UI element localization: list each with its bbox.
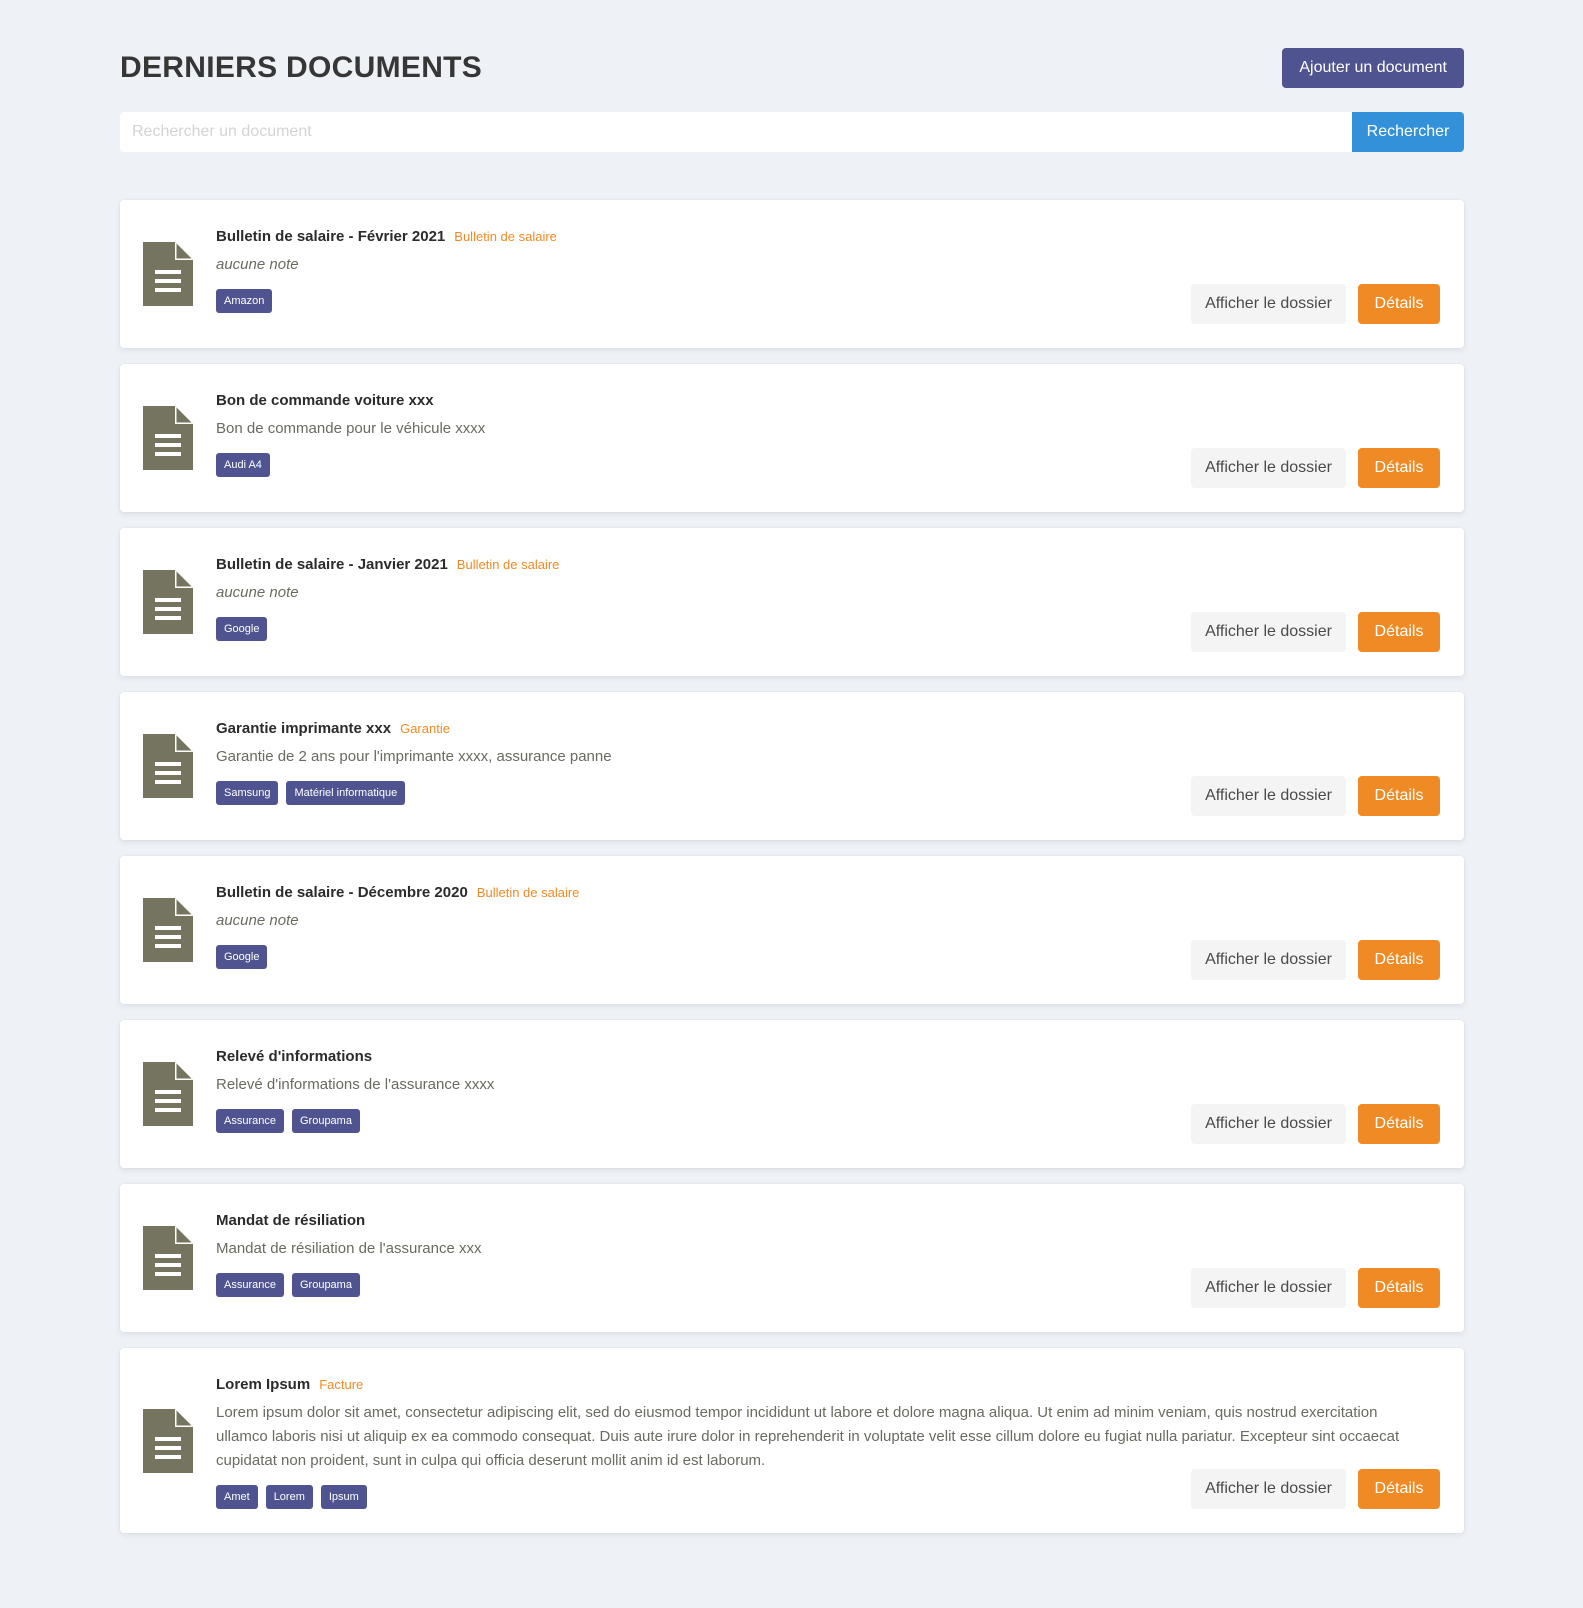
tag-badge: Groupama [291,1273,360,1297]
file-document-icon [143,734,193,798]
file-document-icon [143,406,193,470]
document-card: Lorem Ipsum Facture Lorem ipsum dolor si… [120,1348,1464,1533]
document-title-row: Bulletin de salaire - Janvier 2021 Bulle… [216,556,1440,573]
search-input[interactable] [120,112,1352,152]
page-header: DERNIERS DOCUMENTS Ajouter un document [120,48,1464,88]
document-note: Mandat de résiliation de l'assurance xxx [216,1240,482,1257]
document-title: Garantie imprimante xxx [216,720,392,737]
document-card: Bulletin de salaire - Janvier 2021 Bulle… [120,528,1464,676]
details-button[interactable]: Détails [1358,940,1440,980]
documents-page: DERNIERS DOCUMENTS Ajouter un document R… [120,48,1464,1549]
details-button[interactable]: Détails [1358,612,1440,652]
file-document-icon [143,570,193,634]
tag-badge: Matériel informatique [286,781,406,805]
document-title: Bulletin de salaire - Janvier 2021 [216,556,448,573]
document-note: Lorem ipsum dolor sit amet, consectetur … [216,1404,1400,1469]
document-category: Garantie [400,721,450,736]
document-card: Garantie imprimante xxx Garantie Garanti… [120,692,1464,840]
show-folder-button[interactable]: Afficher le dossier [1191,776,1346,816]
tag-badge: Audi A4 [216,453,270,477]
tag-badge: Assurance [216,1273,284,1297]
show-folder-button[interactable]: Afficher le dossier [1191,1104,1346,1144]
document-note: Relevé d'informations de l'assurance xxx… [216,1076,495,1093]
search-bar: Rechercher [120,112,1464,152]
document-note: aucune note [216,584,299,601]
document-card: Relevé d'informations Relevé d'informati… [120,1020,1464,1168]
document-list: Bulletin de salaire - Février 2021 Bulle… [120,200,1464,1533]
document-note: Bon de commande pour le véhicule xxxx [216,420,486,437]
add-document-button[interactable]: Ajouter un document [1282,48,1464,88]
show-folder-button[interactable]: Afficher le dossier [1191,1469,1346,1509]
tag-badge: Groupama [291,1109,360,1133]
file-document-icon [143,898,193,962]
document-category: Bulletin de salaire [454,229,557,244]
show-folder-button[interactable]: Afficher le dossier [1191,612,1346,652]
document-title-row: Mandat de résiliation [216,1212,1440,1229]
file-document-icon [143,242,193,306]
file-document-icon [143,1408,193,1473]
document-card: Bulletin de salaire - Février 2021 Bulle… [120,200,1464,348]
document-title: Relevé d'informations [216,1048,373,1065]
document-category: Bulletin de salaire [456,557,560,572]
tag-badge: Google [216,617,268,641]
document-card: Bulletin de salaire - Décembre 2020 Bull… [120,856,1464,1004]
tag-badge: Amazon [216,289,273,313]
tag-badge: Assurance [216,1109,284,1133]
card-actions: Afficher le dossier Détails [1191,448,1440,488]
document-title-row: Lorem Ipsum Facture [216,1376,1440,1393]
file-document-icon [143,1062,193,1126]
tag-badge: Amet [216,1485,258,1509]
card-actions: Afficher le dossier Détails [1191,776,1440,816]
show-folder-button[interactable]: Afficher le dossier [1191,940,1346,980]
document-title: Bulletin de salaire - Février 2021 [216,228,446,245]
document-title-row: Relevé d'informations [216,1048,1440,1065]
card-actions: Afficher le dossier Détails [1191,612,1440,652]
document-title: Bon de commande voiture xxx [216,392,434,409]
details-button[interactable]: Détails [1358,1104,1440,1144]
file-document-icon [143,1226,193,1290]
card-actions: Afficher le dossier Détails [1191,940,1440,980]
document-title: Bulletin de salaire - Décembre 2020 [216,884,468,901]
search-button[interactable]: Rechercher [1352,112,1464,152]
document-card: Bon de commande voiture xxx Bon de comma… [120,364,1464,512]
tag-badge: Samsung [216,781,279,805]
document-card: Mandat de résiliation Mandat de résiliat… [120,1184,1464,1332]
card-actions: Afficher le dossier Détails [1191,1104,1440,1144]
document-title-row: Bulletin de salaire - Février 2021 Bulle… [216,228,1440,245]
tag-badge: Google [216,945,268,969]
card-actions: Afficher le dossier Détails [1191,1268,1440,1308]
details-button[interactable]: Détails [1358,284,1440,324]
details-button[interactable]: Détails [1358,1268,1440,1308]
card-actions: Afficher le dossier Détails [1191,1469,1440,1509]
tag-badge: Ipsum [320,1485,367,1509]
details-button[interactable]: Détails [1358,448,1440,488]
details-button[interactable]: Détails [1358,776,1440,816]
page-title: DERNIERS DOCUMENTS [120,51,483,84]
document-title: Lorem Ipsum [216,1376,311,1393]
document-note: Garantie de 2 ans pour l'imprimante xxxx… [216,748,612,765]
card-actions: Afficher le dossier Détails [1191,284,1440,324]
document-title: Mandat de résiliation [216,1212,366,1229]
document-title-row: Bon de commande voiture xxx [216,392,1440,409]
show-folder-button[interactable]: Afficher le dossier [1191,284,1346,324]
document-category: Bulletin de salaire [476,885,580,900]
document-note: aucune note [216,256,299,273]
tag-badge: Lorem [265,1485,313,1509]
document-note: aucune note [216,912,299,929]
show-folder-button[interactable]: Afficher le dossier [1191,448,1346,488]
details-button[interactable]: Détails [1358,1469,1440,1509]
document-title-row: Bulletin de salaire - Décembre 2020 Bull… [216,884,1440,901]
show-folder-button[interactable]: Afficher le dossier [1191,1268,1346,1308]
document-title-row: Garantie imprimante xxx Garantie [216,720,1440,737]
document-category: Facture [319,1377,364,1392]
